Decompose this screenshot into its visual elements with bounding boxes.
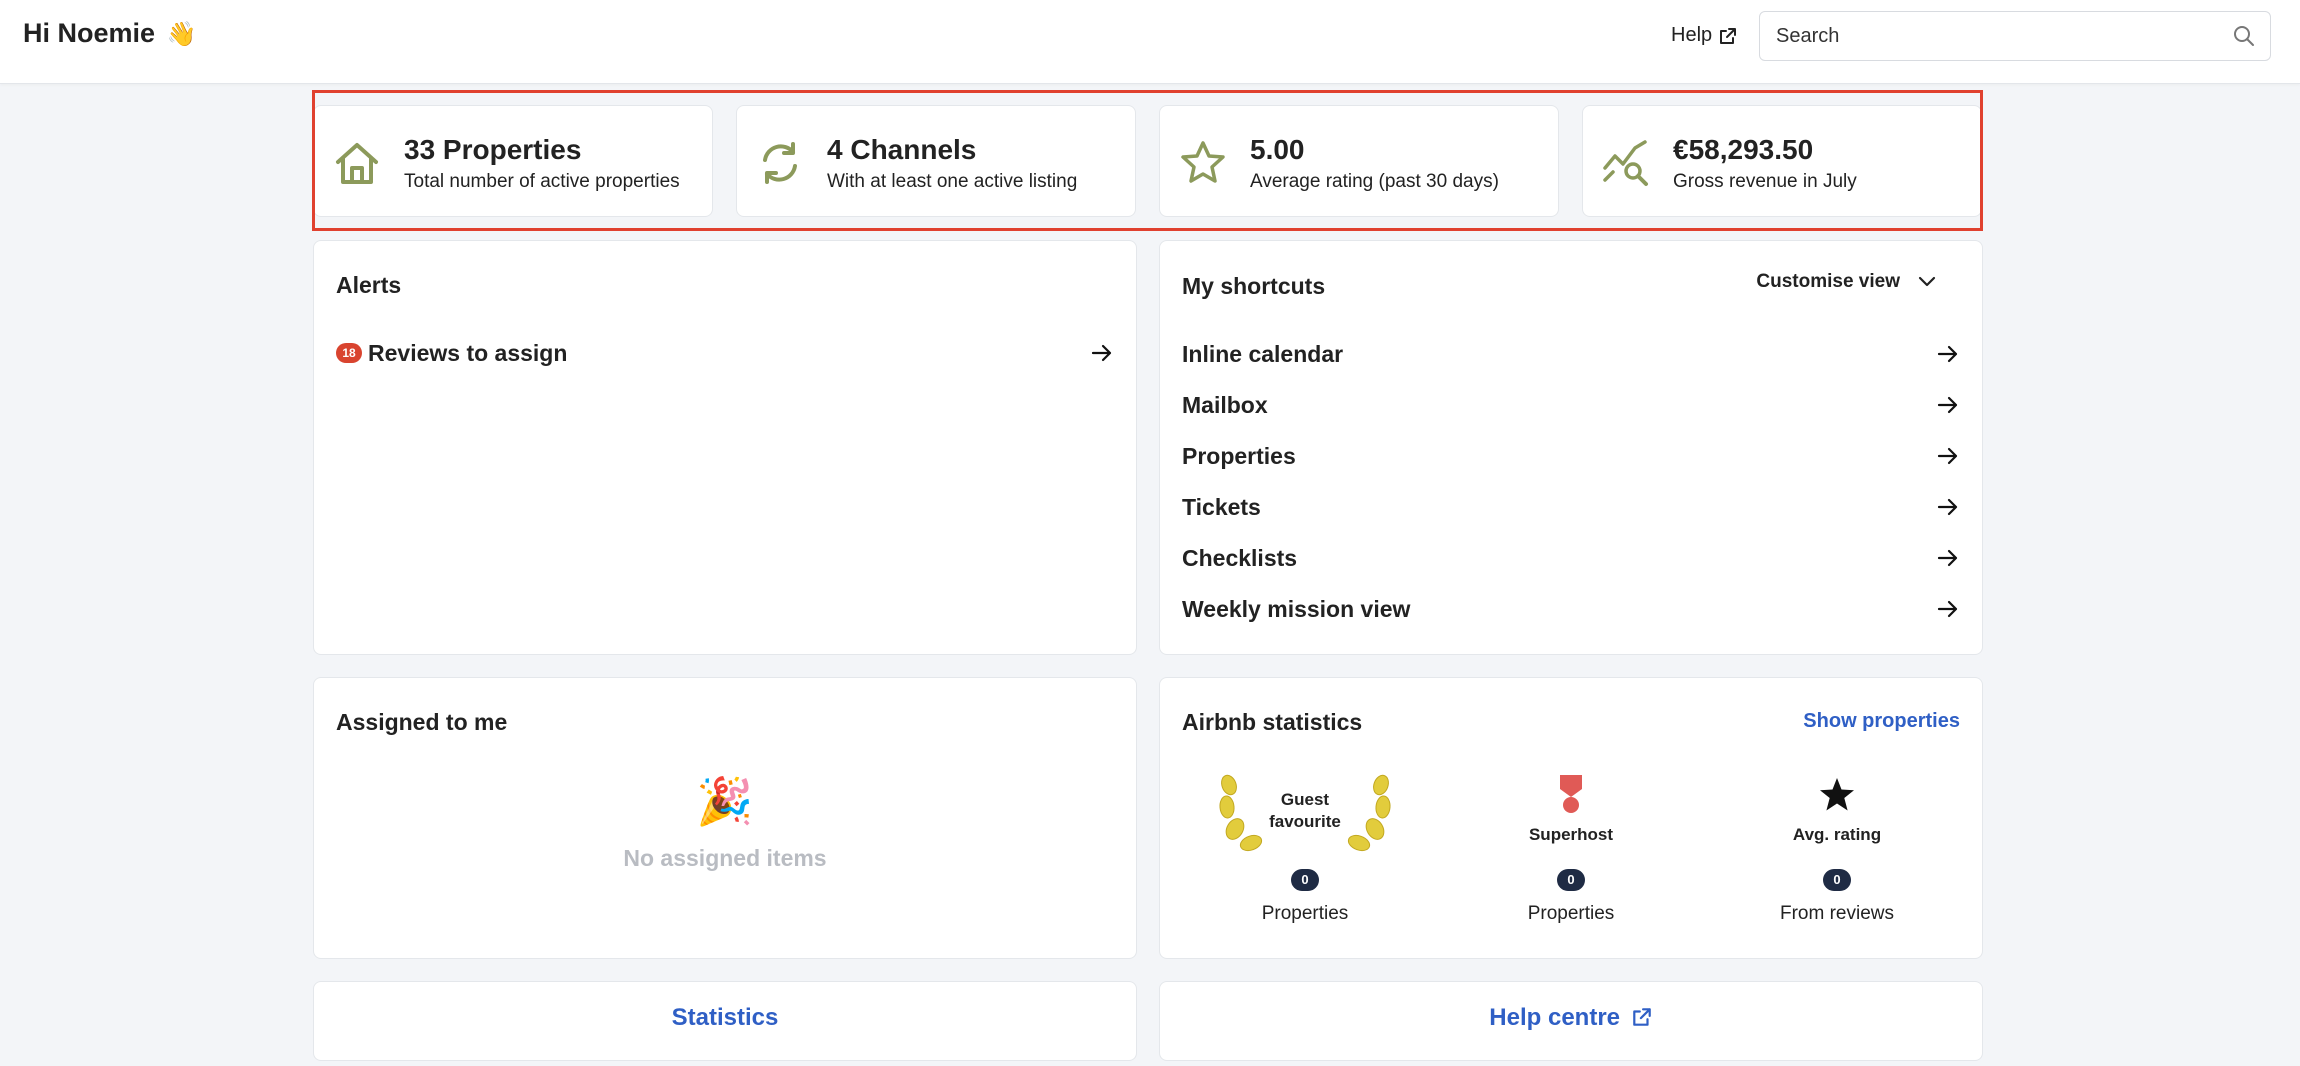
shortcut-label: Mailbox [1182, 391, 1268, 418]
alerts-card: Alerts 18 Reviews to assign [313, 240, 1137, 655]
shortcuts-title: My shortcuts [1182, 273, 1326, 299]
greeting-text: Hi Noemie [23, 18, 156, 48]
stat-sub-label: From reviews [1779, 903, 1894, 924]
alerts-title: Alerts [336, 272, 402, 298]
superhost-stat[interactable]: Superhost 0 Properties [1471, 773, 1671, 925]
shortcuts-card: My shortcuts Customise view Inline calen… [1159, 240, 1983, 655]
count-badge: 0 [1291, 869, 1319, 891]
search-box[interactable] [1759, 11, 2271, 61]
search-icon[interactable] [2232, 24, 2256, 48]
laurel-icon: Guest favourite [1205, 773, 1405, 853]
avg-rating-title: Avg. rating [1792, 825, 1882, 844]
stat-sub-label: Properties [1261, 903, 1349, 924]
external-link-icon [1720, 27, 1737, 44]
help-centre-card[interactable]: Help centre [1159, 981, 1983, 1061]
customise-view-label: Customise view [1756, 271, 1900, 292]
shortcut-checklists[interactable]: Checklists [1182, 540, 1960, 576]
superhost-title: Superhost [1528, 825, 1614, 844]
statistics-card[interactable]: Statistics [313, 981, 1137, 1061]
shortcut-mailbox[interactable]: Mailbox [1182, 387, 1960, 423]
party-popper-icon: 🎉 [696, 775, 754, 827]
star-icon [1820, 778, 1854, 811]
arrow-right-icon[interactable] [1090, 341, 1114, 365]
assigned-title: Assigned to me [336, 709, 508, 735]
shortcut-inline-calendar[interactable]: Inline calendar [1182, 336, 1960, 372]
shortcut-label: Tickets [1182, 493, 1261, 520]
empty-state: 🎉 No assigned items [314, 773, 1136, 872]
external-link-icon [1632, 1008, 1651, 1026]
customise-view-dropdown[interactable]: Customise view [1756, 271, 1936, 293]
help-centre-label: Help centre [1489, 1004, 1621, 1031]
shortcut-label: Checklists [1182, 544, 1298, 571]
guest-favourite-stat[interactable]: Guest favourite 0 Properties [1205, 773, 1405, 925]
stat-sub-label: Properties [1527, 903, 1615, 924]
help-centre-link[interactable]: Help centre [1160, 1004, 1982, 1032]
highlight-box [312, 90, 1983, 231]
help-link[interactable]: Help [1671, 24, 1738, 47]
greeting: Hi Noemie 👋 [23, 18, 196, 49]
help-label: Help [1671, 24, 1713, 46]
arrow-right-icon [1937, 396, 1958, 414]
shortcut-weekly-mission-view[interactable]: Weekly mission view [1182, 591, 1960, 627]
shortcut-label: Inline calendar [1182, 340, 1344, 367]
top-bar: Hi Noemie 👋 Help [0, 0, 2300, 84]
shortcut-properties[interactable]: Properties [1182, 438, 1960, 474]
count-badge: 0 [1823, 869, 1851, 891]
guest-favourite-line2: favourite [1269, 812, 1341, 831]
alert-label: Reviews to assign [368, 339, 568, 366]
airbnb-statistics-card: Airbnb statistics Show properties Guest … [1159, 677, 1983, 959]
arrow-right-icon [1937, 600, 1958, 618]
show-properties-link[interactable]: Show properties [1803, 710, 1960, 733]
arrow-right-icon [1937, 549, 1958, 567]
guest-favourite-line1: Guest [1280, 790, 1330, 809]
alert-item-reviews[interactable]: 18 Reviews to assign [336, 335, 1114, 371]
alert-count-badge: 18 [336, 343, 362, 363]
arrow-right-icon [1937, 498, 1958, 516]
count-badge: 0 [1557, 869, 1585, 891]
empty-text: No assigned items [623, 845, 827, 871]
arrow-right-icon [1937, 447, 1958, 465]
superhost-medal-icon [1560, 775, 1582, 813]
airbnb-title: Airbnb statistics [1182, 709, 1363, 735]
search-input[interactable] [1776, 12, 2216, 60]
shortcut-label: Properties [1182, 442, 1296, 469]
statistics-link[interactable]: Statistics [314, 1004, 1136, 1032]
assigned-card: Assigned to me 🎉 No assigned items [313, 677, 1137, 959]
arrow-right-icon [1937, 345, 1958, 363]
avg-rating-stat[interactable]: Avg. rating 0 From reviews [1737, 773, 1937, 925]
chevron-down-icon [1918, 276, 1936, 287]
wave-emoji: 👋 [166, 21, 197, 48]
shortcut-label: Weekly mission view [1182, 595, 1411, 622]
shortcut-tickets[interactable]: Tickets [1182, 489, 1960, 525]
